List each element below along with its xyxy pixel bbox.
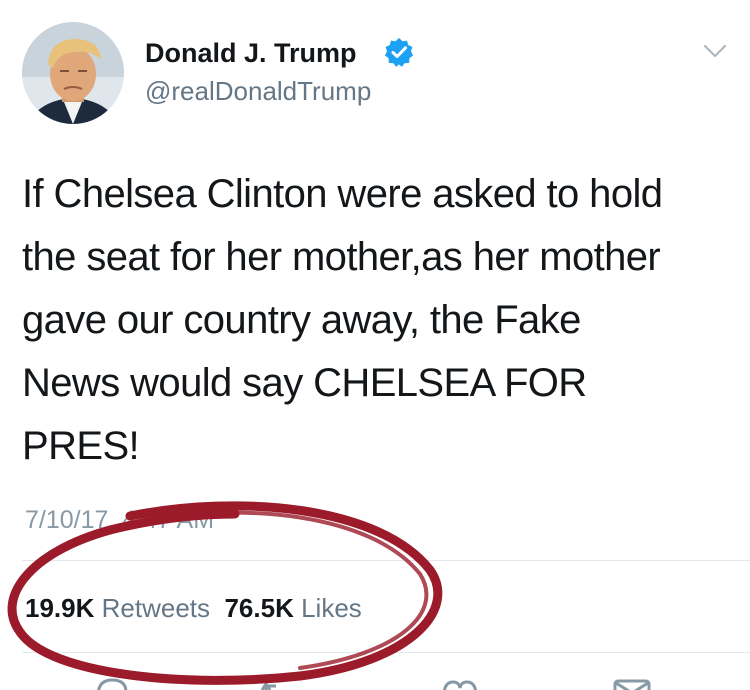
tweet-card: Donald J. Trump @realDonaldTrump If Chel… — [0, 0, 750, 690]
tweet-stats: 19.9K Retweets 76.5K Likes — [25, 593, 362, 623]
message-icon[interactable] — [612, 676, 652, 690]
tweet-timestamp: 7/10/17, 4:47 AM — [25, 506, 215, 534]
likes-count: 76.5K — [224, 593, 294, 623]
reply-icon[interactable] — [92, 676, 132, 690]
divider — [22, 560, 750, 561]
verified-badge-icon — [385, 38, 413, 67]
likes-stat[interactable]: 76.5K Likes — [224, 593, 361, 623]
likes-label: Likes — [301, 593, 362, 623]
divider — [22, 652, 750, 653]
chevron-down-icon[interactable] — [702, 42, 728, 60]
retweets-count: 19.9K — [25, 593, 95, 623]
retweet-icon[interactable] — [258, 676, 298, 690]
tweet-text: If Chelsea Clinton were asked to hold th… — [22, 172, 663, 468]
avatar[interactable] — [22, 22, 124, 124]
user-handle[interactable]: @realDonaldTrump — [145, 76, 371, 106]
display-name[interactable]: Donald J. Trump — [145, 38, 357, 68]
like-icon[interactable] — [440, 676, 480, 690]
retweets-stat[interactable]: 19.9K Retweets — [25, 593, 210, 623]
retweets-label: Retweets — [101, 593, 211, 623]
